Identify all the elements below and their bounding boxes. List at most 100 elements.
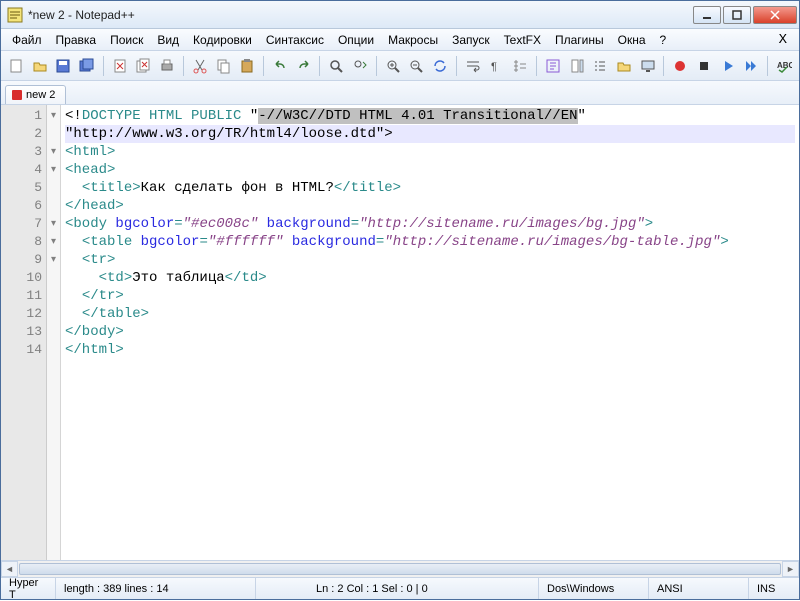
line-number[interactable]: 5 (1, 179, 44, 197)
line-number[interactable]: 6 (1, 197, 44, 215)
svg-text:¶: ¶ (491, 61, 497, 73)
fold-marker[interactable]: ▾ (47, 233, 60, 251)
scroll-thumb[interactable] (19, 563, 781, 575)
line-number[interactable]: 8 (1, 233, 44, 251)
fold-gutter[interactable]: ▾▾▾▾▾▾ (47, 105, 61, 560)
code-line[interactable]: <td>Это таблица</td> (65, 269, 795, 287)
folder-button[interactable] (613, 55, 635, 77)
replace-button[interactable] (349, 55, 371, 77)
menu-help[interactable]: ? (653, 31, 674, 49)
line-number[interactable]: 12 (1, 305, 44, 323)
scroll-left-button[interactable]: ◄ (1, 561, 18, 577)
redo-button[interactable] (293, 55, 315, 77)
line-number[interactable]: 10 (1, 269, 44, 287)
menu-syntax[interactable]: Синтаксис (259, 31, 331, 49)
play-button[interactable] (717, 55, 739, 77)
line-number[interactable]: 2 (1, 125, 44, 143)
maximize-button[interactable] (723, 6, 751, 24)
code-line[interactable]: <head> (65, 161, 795, 179)
code-line[interactable]: <tr> (65, 251, 795, 269)
code-line[interactable]: <html> (65, 143, 795, 161)
line-number[interactable]: 14 (1, 341, 44, 359)
menu-search[interactable]: Поиск (103, 31, 150, 49)
fold-marker (47, 287, 60, 305)
fold-marker (47, 323, 60, 341)
zoom-in-button[interactable] (382, 55, 404, 77)
fold-marker[interactable]: ▾ (47, 251, 60, 269)
code-line[interactable]: <table bgcolor="#ffffff" background="htt… (65, 233, 795, 251)
udl-button[interactable] (542, 55, 564, 77)
status-mode: INS (749, 578, 799, 599)
menu-close-x[interactable]: X (772, 30, 795, 50)
code-line[interactable]: <title>Как сделать фон в HTML?</title> (65, 179, 795, 197)
fast-forward-button[interactable] (741, 55, 763, 77)
titlebar[interactable]: *new 2 - Notepad++ (1, 1, 799, 29)
line-number[interactable]: 1 (1, 107, 44, 125)
code-area[interactable]: <!DOCTYPE HTML PUBLIC "-//W3C//DTD HTML … (61, 105, 799, 560)
menu-plugins[interactable]: Плагины (548, 31, 611, 49)
new-file-button[interactable] (5, 55, 27, 77)
line-number-gutter[interactable]: 1234567891011121314 (1, 105, 47, 560)
copy-button[interactable] (213, 55, 235, 77)
line-number[interactable]: 11 (1, 287, 44, 305)
code-line[interactable]: </html> (65, 341, 795, 359)
line-number[interactable]: 3 (1, 143, 44, 161)
doc-map-button[interactable] (566, 55, 588, 77)
menu-macros[interactable]: Макросы (381, 31, 445, 49)
window-title: *new 2 - Notepad++ (28, 8, 693, 22)
horizontal-scrollbar[interactable]: ◄ ► (1, 560, 799, 577)
code-line[interactable]: <!DOCTYPE HTML PUBLIC "-//W3C//DTD HTML … (65, 107, 795, 125)
line-number[interactable]: 13 (1, 323, 44, 341)
word-wrap-button[interactable] (462, 55, 484, 77)
menu-edit[interactable]: Правка (49, 31, 104, 49)
close-all-button[interactable] (133, 55, 155, 77)
record-button[interactable] (669, 55, 691, 77)
menu-windows[interactable]: Окна (611, 31, 653, 49)
zoom-out-button[interactable] (405, 55, 427, 77)
fold-marker[interactable]: ▾ (47, 143, 60, 161)
stop-button[interactable] (693, 55, 715, 77)
code-line[interactable]: </head> (65, 197, 795, 215)
line-number[interactable]: 4 (1, 161, 44, 179)
code-line[interactable]: </tr> (65, 287, 795, 305)
spellcheck-button[interactable]: ABC (773, 55, 795, 77)
minimize-button[interactable] (693, 6, 721, 24)
monitor-button[interactable] (637, 55, 659, 77)
paste-button[interactable] (236, 55, 258, 77)
code-line[interactable]: <body bgcolor="#ec008c" background="http… (65, 215, 795, 233)
cut-button[interactable] (189, 55, 211, 77)
save-button[interactable] (52, 55, 74, 77)
code-line[interactable]: </table> (65, 305, 795, 323)
open-file-button[interactable] (29, 55, 51, 77)
menu-file[interactable]: Файл (5, 31, 49, 49)
undo-button[interactable] (269, 55, 291, 77)
code-line[interactable]: "http://www.w3.org/TR/html4/loose.dtd"> (65, 125, 795, 143)
scroll-right-button[interactable]: ► (782, 561, 799, 577)
line-number[interactable]: 7 (1, 215, 44, 233)
window-buttons (693, 6, 797, 24)
menu-textfx[interactable]: TextFX (497, 31, 548, 49)
sync-button[interactable] (429, 55, 451, 77)
menu-view[interactable]: Вид (150, 31, 186, 49)
toolbar-separator (456, 56, 457, 76)
indent-guide-button[interactable] (509, 55, 531, 77)
fold-marker[interactable]: ▾ (47, 107, 60, 125)
menu-run[interactable]: Запуск (445, 31, 497, 49)
function-list-button[interactable] (589, 55, 611, 77)
tab-new-2[interactable]: new 2 (5, 85, 66, 104)
menu-options[interactable]: Опции (331, 31, 381, 49)
fold-marker[interactable]: ▾ (47, 161, 60, 179)
find-button[interactable] (325, 55, 347, 77)
toolbar-separator (376, 56, 377, 76)
close-file-button[interactable] (109, 55, 131, 77)
show-all-button[interactable]: ¶ (486, 55, 508, 77)
line-number[interactable]: 9 (1, 251, 44, 269)
save-all-button[interactable] (76, 55, 98, 77)
code-line[interactable]: </body> (65, 323, 795, 341)
fold-marker[interactable]: ▾ (47, 215, 60, 233)
toolbar: ¶ ABC (1, 51, 799, 81)
print-button[interactable] (156, 55, 178, 77)
close-button[interactable] (753, 6, 797, 24)
toolbar-separator (183, 56, 184, 76)
menu-encoding[interactable]: Кодировки (186, 31, 259, 49)
